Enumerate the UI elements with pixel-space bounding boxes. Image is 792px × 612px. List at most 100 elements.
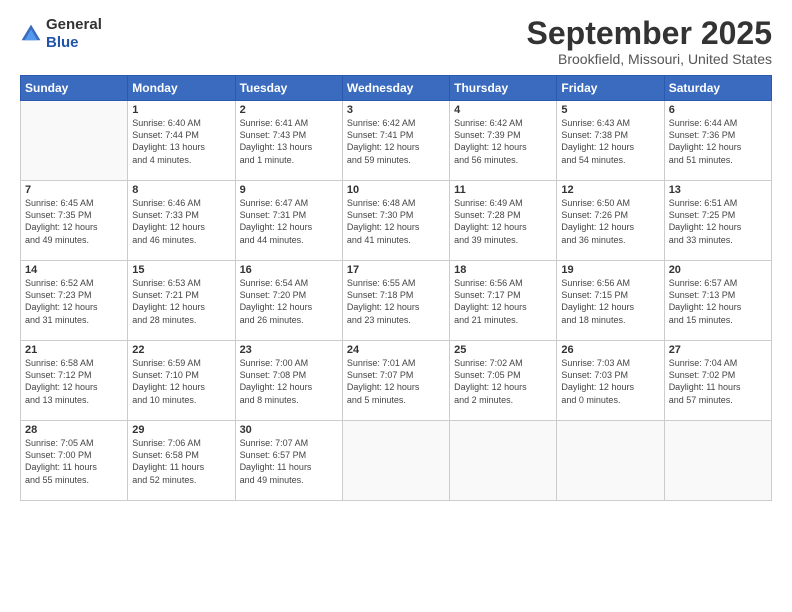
day-info: Sunrise: 6:49 AMSunset: 7:28 PMDaylight:… [454, 197, 552, 246]
calendar-cell: 9Sunrise: 6:47 AMSunset: 7:31 PMDaylight… [235, 181, 342, 261]
day-info: Sunrise: 6:51 AMSunset: 7:25 PMDaylight:… [669, 197, 767, 246]
header-row: General Blue September 2025 Brookfield, … [20, 16, 772, 67]
day-number: 17 [347, 264, 445, 276]
day-number: 2 [240, 104, 338, 116]
day-number: 16 [240, 264, 338, 276]
title-block: September 2025 Brookfield, Missouri, Uni… [527, 16, 772, 67]
calendar-week-row: 7Sunrise: 6:45 AMSunset: 7:35 PMDaylight… [21, 181, 772, 261]
calendar-cell: 19Sunrise: 6:56 AMSunset: 7:15 PMDayligh… [557, 261, 664, 341]
day-number: 27 [669, 344, 767, 356]
day-info: Sunrise: 7:04 AMSunset: 7:02 PMDaylight:… [669, 357, 767, 406]
day-info: Sunrise: 7:07 AMSunset: 6:57 PMDaylight:… [240, 437, 338, 486]
day-info: Sunrise: 6:57 AMSunset: 7:13 PMDaylight:… [669, 277, 767, 326]
calendar-week-row: 1Sunrise: 6:40 AMSunset: 7:44 PMDaylight… [21, 101, 772, 181]
calendar-cell: 22Sunrise: 6:59 AMSunset: 7:10 PMDayligh… [128, 341, 235, 421]
calendar-cell: 24Sunrise: 7:01 AMSunset: 7:07 PMDayligh… [342, 341, 449, 421]
logo: General Blue [20, 16, 102, 52]
weekday-header: Friday [557, 76, 664, 101]
day-info: Sunrise: 7:00 AMSunset: 7:08 PMDaylight:… [240, 357, 338, 406]
calendar-page: General Blue September 2025 Brookfield, … [0, 0, 792, 612]
day-info: Sunrise: 6:56 AMSunset: 7:17 PMDaylight:… [454, 277, 552, 326]
calendar-cell [450, 421, 557, 501]
weekday-header: Wednesday [342, 76, 449, 101]
day-number: 15 [132, 264, 230, 276]
day-info: Sunrise: 6:41 AMSunset: 7:43 PMDaylight:… [240, 117, 338, 166]
day-number: 20 [669, 264, 767, 276]
calendar-cell: 8Sunrise: 6:46 AMSunset: 7:33 PMDaylight… [128, 181, 235, 261]
day-number: 19 [561, 264, 659, 276]
calendar-week-row: 21Sunrise: 6:58 AMSunset: 7:12 PMDayligh… [21, 341, 772, 421]
calendar-subtitle: Brookfield, Missouri, United States [527, 51, 772, 67]
calendar-title: September 2025 [527, 16, 772, 51]
day-info: Sunrise: 6:40 AMSunset: 7:44 PMDaylight:… [132, 117, 230, 166]
logo-icon [20, 23, 42, 45]
day-info: Sunrise: 6:52 AMSunset: 7:23 PMDaylight:… [25, 277, 123, 326]
day-info: Sunrise: 6:47 AMSunset: 7:31 PMDaylight:… [240, 197, 338, 246]
day-number: 30 [240, 424, 338, 436]
day-number: 9 [240, 184, 338, 196]
day-number: 24 [347, 344, 445, 356]
weekday-header: Saturday [664, 76, 771, 101]
day-number: 14 [25, 264, 123, 276]
day-info: Sunrise: 6:59 AMSunset: 7:10 PMDaylight:… [132, 357, 230, 406]
calendar-cell: 7Sunrise: 6:45 AMSunset: 7:35 PMDaylight… [21, 181, 128, 261]
logo-blue: Blue [46, 34, 79, 51]
calendar-cell: 2Sunrise: 6:41 AMSunset: 7:43 PMDaylight… [235, 101, 342, 181]
calendar-cell: 5Sunrise: 6:43 AMSunset: 7:38 PMDaylight… [557, 101, 664, 181]
day-info: Sunrise: 6:45 AMSunset: 7:35 PMDaylight:… [25, 197, 123, 246]
day-number: 7 [25, 184, 123, 196]
logo-text: General Blue [46, 16, 102, 52]
calendar-cell: 4Sunrise: 6:42 AMSunset: 7:39 PMDaylight… [450, 101, 557, 181]
calendar-cell [21, 101, 128, 181]
calendar-cell: 25Sunrise: 7:02 AMSunset: 7:05 PMDayligh… [450, 341, 557, 421]
day-info: Sunrise: 7:01 AMSunset: 7:07 PMDaylight:… [347, 357, 445, 406]
calendar-cell: 29Sunrise: 7:06 AMSunset: 6:58 PMDayligh… [128, 421, 235, 501]
calendar-cell: 6Sunrise: 6:44 AMSunset: 7:36 PMDaylight… [664, 101, 771, 181]
day-number: 18 [454, 264, 552, 276]
day-number: 12 [561, 184, 659, 196]
day-info: Sunrise: 6:46 AMSunset: 7:33 PMDaylight:… [132, 197, 230, 246]
day-number: 28 [25, 424, 123, 436]
day-number: 11 [454, 184, 552, 196]
calendar-cell: 1Sunrise: 6:40 AMSunset: 7:44 PMDaylight… [128, 101, 235, 181]
day-number: 29 [132, 424, 230, 436]
day-number: 22 [132, 344, 230, 356]
calendar-cell: 10Sunrise: 6:48 AMSunset: 7:30 PMDayligh… [342, 181, 449, 261]
day-number: 21 [25, 344, 123, 356]
day-info: Sunrise: 6:48 AMSunset: 7:30 PMDaylight:… [347, 197, 445, 246]
day-info: Sunrise: 7:02 AMSunset: 7:05 PMDaylight:… [454, 357, 552, 406]
calendar-cell: 13Sunrise: 6:51 AMSunset: 7:25 PMDayligh… [664, 181, 771, 261]
day-info: Sunrise: 6:58 AMSunset: 7:12 PMDaylight:… [25, 357, 123, 406]
day-info: Sunrise: 6:42 AMSunset: 7:41 PMDaylight:… [347, 117, 445, 166]
day-info: Sunrise: 6:55 AMSunset: 7:18 PMDaylight:… [347, 277, 445, 326]
calendar-table: SundayMondayTuesdayWednesdayThursdayFrid… [20, 75, 772, 501]
day-number: 10 [347, 184, 445, 196]
day-number: 4 [454, 104, 552, 116]
calendar-cell [664, 421, 771, 501]
calendar-cell: 15Sunrise: 6:53 AMSunset: 7:21 PMDayligh… [128, 261, 235, 341]
day-info: Sunrise: 7:03 AMSunset: 7:03 PMDaylight:… [561, 357, 659, 406]
calendar-cell: 11Sunrise: 6:49 AMSunset: 7:28 PMDayligh… [450, 181, 557, 261]
day-number: 23 [240, 344, 338, 356]
day-number: 6 [669, 104, 767, 116]
calendar-week-row: 28Sunrise: 7:05 AMSunset: 7:00 PMDayligh… [21, 421, 772, 501]
calendar-cell: 21Sunrise: 6:58 AMSunset: 7:12 PMDayligh… [21, 341, 128, 421]
day-number: 1 [132, 104, 230, 116]
day-info: Sunrise: 6:42 AMSunset: 7:39 PMDaylight:… [454, 117, 552, 166]
day-info: Sunrise: 6:53 AMSunset: 7:21 PMDaylight:… [132, 277, 230, 326]
day-number: 5 [561, 104, 659, 116]
calendar-cell: 17Sunrise: 6:55 AMSunset: 7:18 PMDayligh… [342, 261, 449, 341]
weekday-header: Sunday [21, 76, 128, 101]
calendar-cell: 27Sunrise: 7:04 AMSunset: 7:02 PMDayligh… [664, 341, 771, 421]
day-number: 26 [561, 344, 659, 356]
day-info: Sunrise: 6:56 AMSunset: 7:15 PMDaylight:… [561, 277, 659, 326]
calendar-cell: 20Sunrise: 6:57 AMSunset: 7:13 PMDayligh… [664, 261, 771, 341]
calendar-cell: 23Sunrise: 7:00 AMSunset: 7:08 PMDayligh… [235, 341, 342, 421]
calendar-cell: 28Sunrise: 7:05 AMSunset: 7:00 PMDayligh… [21, 421, 128, 501]
day-number: 13 [669, 184, 767, 196]
calendar-week-row: 14Sunrise: 6:52 AMSunset: 7:23 PMDayligh… [21, 261, 772, 341]
calendar-cell: 12Sunrise: 6:50 AMSunset: 7:26 PMDayligh… [557, 181, 664, 261]
calendar-cell: 18Sunrise: 6:56 AMSunset: 7:17 PMDayligh… [450, 261, 557, 341]
calendar-cell: 14Sunrise: 6:52 AMSunset: 7:23 PMDayligh… [21, 261, 128, 341]
calendar-cell: 26Sunrise: 7:03 AMSunset: 7:03 PMDayligh… [557, 341, 664, 421]
